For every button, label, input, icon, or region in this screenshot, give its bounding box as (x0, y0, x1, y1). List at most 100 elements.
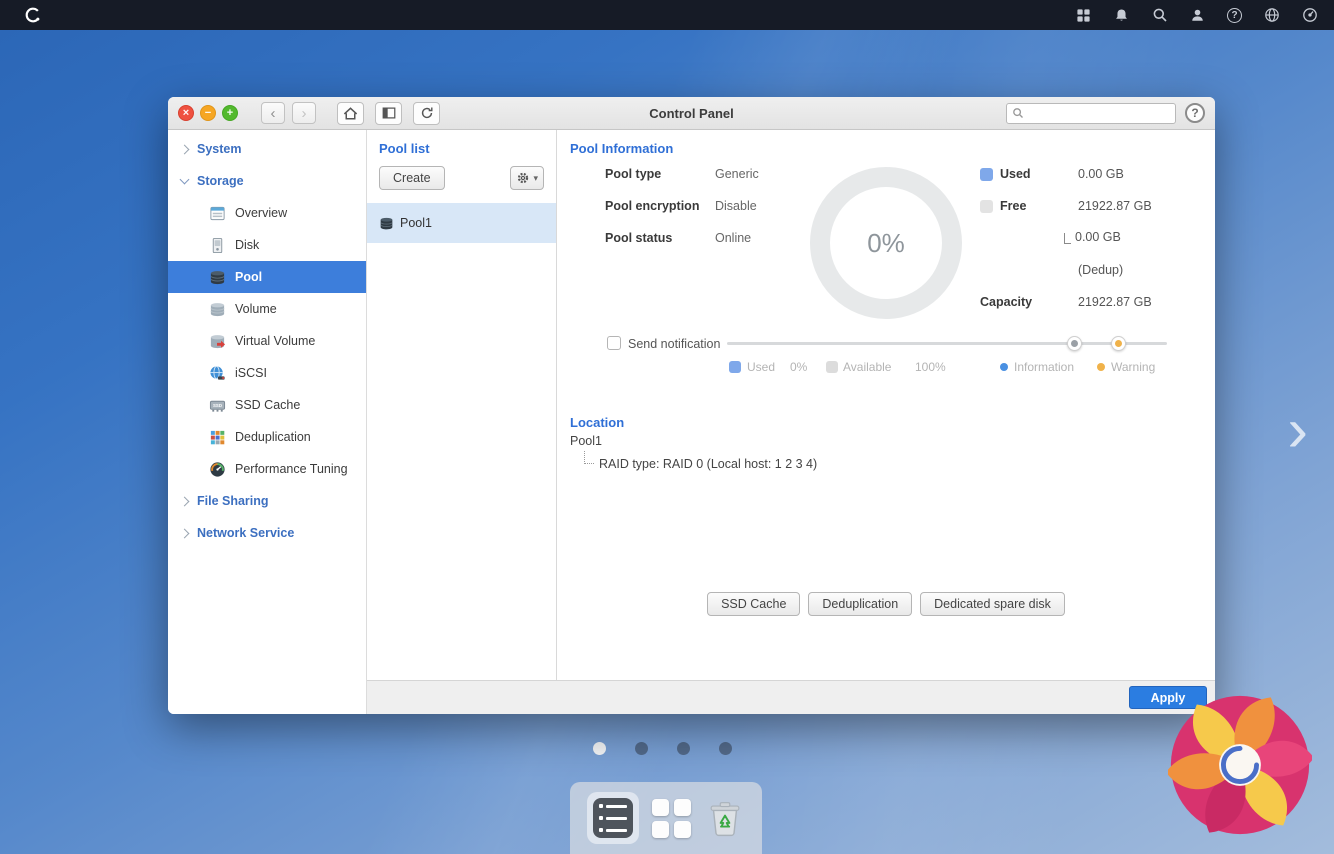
dedup-label: (Dedup) (1078, 263, 1123, 277)
recycle-bin-dock-icon[interactable] (704, 797, 746, 839)
brand-swirl-logo (1168, 693, 1312, 837)
used-value: 0.00 GB (1078, 167, 1124, 181)
pool-action-buttons: SSD Cache Deduplication Dedicated spare … (557, 592, 1215, 616)
sidebar-item-label: Disk (235, 238, 259, 252)
sidebar-section-label: Network Service (197, 526, 294, 540)
control-panel-window: × − + ‹ › Control Panel (168, 97, 1215, 714)
send-notification-label: Send notification (628, 337, 720, 351)
desktop: ? × − + ‹ › (0, 0, 1334, 854)
page-dot[interactable] (593, 742, 606, 755)
window-footer: Apply (367, 680, 1215, 714)
forward-button[interactable]: › (292, 102, 316, 124)
sidebar-section-network-service[interactable]: Network Service (168, 517, 366, 549)
minimize-button[interactable]: − (200, 105, 216, 121)
sidebar-item-pool[interactable]: Pool (168, 261, 366, 293)
dock (570, 782, 762, 854)
information-threshold-handle[interactable] (1067, 336, 1082, 351)
ssd-cache-icon: SSD (208, 396, 226, 414)
virtual-volume-icon (208, 332, 226, 350)
ssd-cache-button[interactable]: SSD Cache (707, 592, 800, 616)
overview-icon (208, 204, 226, 222)
next-page-chevron[interactable]: › (1287, 400, 1308, 462)
app-center-dock-icon[interactable] (652, 799, 691, 838)
sidebar-section-storage[interactable]: Storage (168, 165, 366, 197)
chevron-down-icon (180, 175, 190, 185)
send-notification-checkbox[interactable] (607, 336, 621, 350)
notification-threshold-slider (727, 336, 1167, 351)
legend-available-label: Available (843, 360, 891, 374)
resource-monitor-icon[interactable] (1301, 7, 1318, 24)
pool-information-title: Pool Information (570, 141, 673, 156)
home-button[interactable] (337, 102, 364, 125)
pool-actions-dropdown[interactable]: ▾ (510, 166, 544, 190)
user-account-icon[interactable] (1189, 7, 1206, 24)
page-dot[interactable] (635, 742, 648, 755)
legend-information-dot (1000, 363, 1008, 371)
location-raid-text: RAID type: RAID 0 (Local host: 1 2 3 4) (599, 457, 817, 471)
warning-threshold-handle[interactable] (1111, 336, 1126, 351)
sidebar-item-label: Performance Tuning (235, 462, 348, 476)
pool-icon (208, 268, 226, 286)
maximize-button[interactable]: + (222, 105, 238, 121)
apps-grid-icon[interactable] (1075, 7, 1092, 24)
sidebar-item-disk[interactable]: Disk (168, 229, 366, 261)
window-help-button[interactable]: ? (1185, 103, 1205, 123)
chevron-right-icon (180, 496, 190, 506)
sidebar-item-ssd-cache[interactable]: SSD SSD Cache (168, 389, 366, 421)
sidebar-item-overview[interactable]: Overview (168, 197, 366, 229)
search-icon (1012, 107, 1024, 119)
desktop-page-dots (593, 742, 732, 755)
capacity-label: Capacity (980, 295, 1032, 309)
free-value: 21922.87 GB (1078, 199, 1152, 213)
control-panel-tile-icon (593, 798, 633, 838)
sidebar-item-label: Virtual Volume (235, 334, 315, 348)
sidebar-item-iscsi[interactable]: iSCSI (168, 357, 366, 389)
slider-track[interactable] (727, 342, 1167, 345)
deduplication-button[interactable]: Deduplication (808, 592, 912, 616)
chevron-right-icon (180, 528, 190, 538)
sidebar-section-file-sharing[interactable]: File Sharing (168, 485, 366, 517)
page-dot[interactable] (677, 742, 690, 755)
pool-list-panel: Pool list Create ▾ (367, 130, 557, 680)
legend-warning-dot (1097, 363, 1105, 371)
create-button[interactable]: Create (379, 166, 445, 190)
pool-list-item[interactable]: Pool1 (367, 203, 556, 243)
sidebar-item-label: Overview (235, 206, 287, 220)
refresh-button[interactable] (413, 102, 440, 125)
sidebar-item-deduplication[interactable]: Deduplication (168, 421, 366, 453)
close-button[interactable]: × (178, 105, 194, 121)
legend-used-label: Used (747, 360, 775, 374)
pool-list-title: Pool list (379, 141, 544, 156)
location-title: Location (570, 415, 624, 430)
dedicated-spare-disk-button[interactable]: Dedicated spare disk (920, 592, 1065, 616)
search-icon[interactable] (1151, 7, 1168, 24)
search-input[interactable] (1028, 106, 1170, 120)
gear-icon (516, 171, 530, 185)
back-button[interactable]: ‹ (261, 102, 285, 124)
notifications-bell-icon[interactable] (1113, 7, 1130, 24)
control-panel-dock-icon[interactable] (587, 792, 639, 844)
sidebar-item-volume[interactable]: Volume (168, 293, 366, 325)
deduplication-icon (208, 428, 226, 446)
layout-toggle-button[interactable] (375, 102, 402, 125)
chevron-right-icon (180, 144, 190, 154)
legend-warning-label: Warning (1111, 360, 1155, 374)
field-value: Generic (715, 167, 759, 181)
field-label: Pool status (605, 231, 672, 245)
language-globe-icon[interactable] (1263, 7, 1280, 24)
help-icon[interactable]: ? (1227, 8, 1242, 23)
page-dot[interactable] (719, 742, 732, 755)
disk-icon (208, 236, 226, 254)
sidebar-section-system[interactable]: System (168, 133, 366, 165)
sidebar-item-label: Deduplication (235, 430, 311, 444)
sidebar-section-label: Storage (197, 174, 244, 188)
sidebar-item-virtual-volume[interactable]: Virtual Volume (168, 325, 366, 357)
tree-corner-dotted-icon (584, 451, 594, 464)
legend-available-value: 100% (915, 360, 946, 374)
sidebar-item-performance-tuning[interactable]: Performance Tuning (168, 453, 366, 485)
legend-information-label: Information (1014, 360, 1074, 374)
volume-icon (208, 300, 226, 318)
topbar: ? (0, 0, 1334, 30)
usage-percent-label: 0% (806, 163, 966, 323)
field-value: Online (715, 231, 751, 245)
